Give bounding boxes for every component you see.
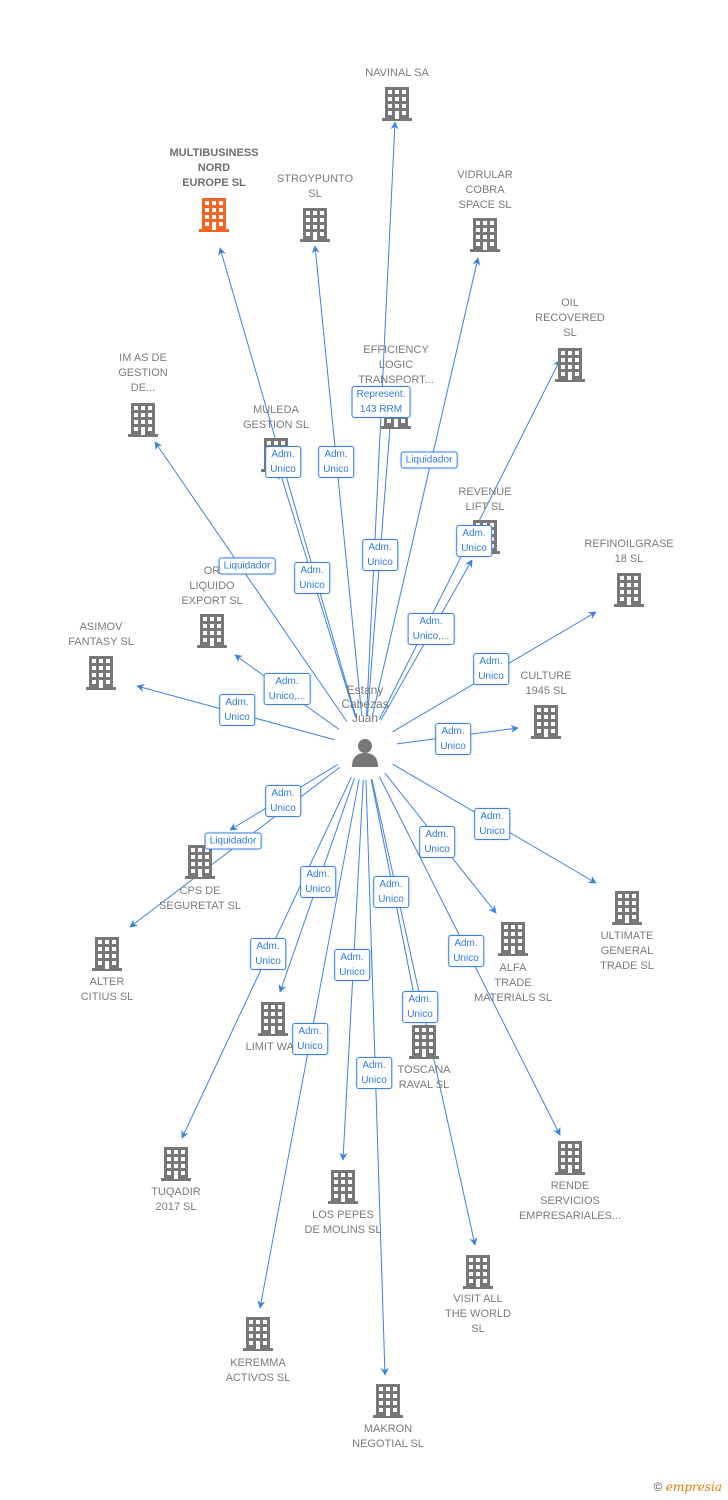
building-icon[interactable] xyxy=(199,198,229,232)
role-label[interactable]: Adm. Unico xyxy=(318,446,354,478)
building-icon[interactable] xyxy=(614,573,644,607)
building-icon[interactable] xyxy=(531,705,561,739)
building-icon[interactable] xyxy=(328,1170,358,1204)
role-label[interactable]: Liquidador xyxy=(204,832,262,850)
building-icon[interactable] xyxy=(243,1317,273,1351)
company-name[interactable]: NAVINAL SA xyxy=(337,66,457,81)
role-label[interactable]: Represent. 143 RRM xyxy=(351,386,411,418)
company-name[interactable]: TUQADIR 2017 SL xyxy=(116,1185,236,1215)
role-label[interactable]: Adm. Unico xyxy=(334,949,370,981)
building-icon[interactable] xyxy=(463,1255,493,1289)
company-name[interactable]: CPS DE SEGURETAT SL xyxy=(140,884,260,914)
building-icon[interactable] xyxy=(300,208,330,242)
role-label[interactable]: Adm. Unico xyxy=(456,525,492,557)
role-label[interactable]: Adm. Unico xyxy=(402,991,438,1023)
company-name[interactable]: ALTER CITIUS SL xyxy=(47,975,167,1005)
center-person-name[interactable]: Estany Cabezas Juan xyxy=(305,683,425,725)
company-name[interactable]: ASIMOV FANTASY SL xyxy=(41,620,161,650)
building-icon[interactable] xyxy=(555,348,585,382)
building-icon[interactable] xyxy=(498,922,528,956)
company-name[interactable]: RENDE SERVICIOS EMPRESARIALES... xyxy=(510,1179,630,1224)
company-name[interactable]: VISIT ALL THE WORLD SL xyxy=(418,1292,538,1337)
company-name[interactable]: ULTIMATE GENERAL TRADE SL xyxy=(567,929,687,974)
role-label[interactable]: Adm. Unico xyxy=(362,539,398,571)
role-label[interactable]: Adm. Unico xyxy=(448,935,484,967)
footer-brand: © empresia xyxy=(654,1480,722,1494)
company-name[interactable]: REFINOILGRASE 18 SL xyxy=(569,537,689,567)
company-name[interactable]: VIDRULAR COBRA SPACE SL xyxy=(425,168,545,213)
building-icon[interactable] xyxy=(470,218,500,252)
role-label[interactable]: Adm. Unico xyxy=(435,723,471,755)
company-name[interactable]: IM AS DE GESTION DE... xyxy=(83,351,203,396)
person-icon[interactable] xyxy=(352,739,378,767)
building-icon[interactable] xyxy=(373,1384,403,1418)
role-label[interactable]: Adm. Unico xyxy=(265,785,301,817)
company-name[interactable]: CULTURE 1945 SL xyxy=(486,669,606,699)
building-icon[interactable] xyxy=(86,656,116,690)
company-name[interactable]: MAKRON NEGOTIAL SL xyxy=(328,1422,448,1452)
building-icon[interactable] xyxy=(92,937,122,971)
building-icon[interactable] xyxy=(612,891,642,925)
role-label[interactable]: Adm. Unico xyxy=(294,562,330,594)
building-icon[interactable] xyxy=(409,1025,439,1059)
edge-line xyxy=(218,247,357,718)
role-label[interactable]: Adm. Unico,... xyxy=(263,673,311,705)
company-name[interactable]: LOS PEPES DE MOLINS SL xyxy=(283,1208,403,1238)
copyright-symbol: © xyxy=(653,1480,663,1494)
role-label[interactable]: Liquidador xyxy=(400,451,458,469)
building-icon[interactable] xyxy=(197,614,227,648)
edge-line xyxy=(311,245,363,717)
building-icon[interactable] xyxy=(128,403,158,437)
company-name[interactable]: OIL RECOVERED SL xyxy=(510,296,630,341)
building-icon[interactable] xyxy=(161,1147,191,1181)
role-label[interactable]: Adm. Unico xyxy=(356,1057,392,1089)
company-name[interactable]: REVENUE LIFT SL xyxy=(425,485,545,515)
company-name[interactable]: KEREMMA ACTIVOS SL xyxy=(198,1356,318,1386)
role-label[interactable]: Adm. Unico xyxy=(265,446,301,478)
role-label[interactable]: Adm. Unico,... xyxy=(407,613,455,645)
network-graph xyxy=(86,87,644,1418)
role-label[interactable]: Adm. Unico xyxy=(292,1023,328,1055)
role-label[interactable]: Adm. Unico xyxy=(419,826,455,858)
brand-logo: empresia xyxy=(665,1480,722,1494)
building-icon[interactable] xyxy=(555,1141,585,1175)
building-icon[interactable] xyxy=(258,1002,288,1036)
role-label[interactable]: Adm. Unico xyxy=(250,938,286,970)
role-label[interactable]: Adm. Unico xyxy=(373,876,409,908)
company-name[interactable]: ALFA TRADE MATERIALS SL xyxy=(453,961,573,1006)
role-label[interactable]: Adm. Unico xyxy=(300,866,336,898)
company-name[interactable]: EFFICIENCY LOGIC TRANSPORT... xyxy=(336,343,456,388)
company-name[interactable]: MULEDA GESTION SL xyxy=(216,403,336,433)
company-name[interactable]: OR LIQUIDO EXPORT SL xyxy=(152,564,272,609)
role-label[interactable]: Adm. Unico xyxy=(474,808,510,840)
company-name[interactable]: STROYPUNTO SL xyxy=(255,172,375,202)
building-icon[interactable] xyxy=(185,845,215,879)
building-icon[interactable] xyxy=(382,87,412,121)
role-label[interactable]: Adm. Unico xyxy=(219,694,255,726)
